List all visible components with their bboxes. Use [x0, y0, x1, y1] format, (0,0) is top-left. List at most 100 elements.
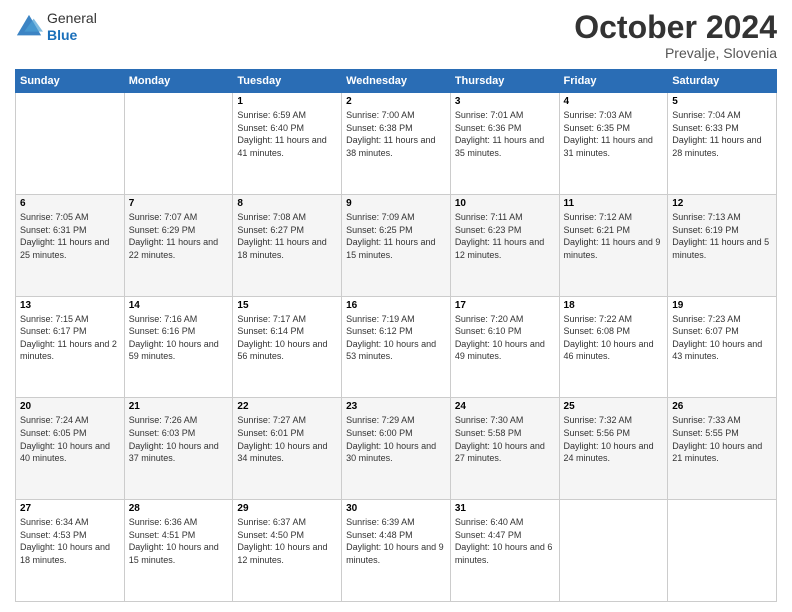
sunset-text: Sunset: 6:36 PM: [455, 123, 522, 133]
calendar-cell: 3 Sunrise: 7:01 AM Sunset: 6:36 PM Dayli…: [450, 93, 559, 195]
day-number: 10: [455, 198, 555, 209]
sunset-text: Sunset: 4:47 PM: [455, 530, 522, 540]
calendar-cell: 11 Sunrise: 7:12 AM Sunset: 6:21 PM Dayl…: [559, 194, 668, 296]
sunset-text: Sunset: 6:03 PM: [129, 428, 196, 438]
day-number: 26: [672, 401, 772, 412]
day-number: 25: [564, 401, 664, 412]
day-info: Sunrise: 6:34 AM Sunset: 4:53 PM Dayligh…: [20, 516, 120, 566]
calendar-cell: [559, 500, 668, 602]
sunrise-text: Sunrise: 7:15 AM: [20, 314, 89, 324]
col-friday: Friday: [559, 70, 668, 93]
day-info: Sunrise: 7:26 AM Sunset: 6:03 PM Dayligh…: [129, 414, 229, 464]
daylight-text: Daylight: 11 hours and 18 minutes.: [237, 237, 326, 260]
sunrise-text: Sunrise: 7:09 AM: [346, 212, 415, 222]
sunset-text: Sunset: 4:51 PM: [129, 530, 196, 540]
sunset-text: Sunset: 6:12 PM: [346, 326, 413, 336]
calendar-cell: 17 Sunrise: 7:20 AM Sunset: 6:10 PM Dayl…: [450, 296, 559, 398]
logo-icon: [15, 13, 43, 41]
sunset-text: Sunset: 5:55 PM: [672, 428, 739, 438]
daylight-text: Daylight: 10 hours and 34 minutes.: [237, 441, 327, 464]
sunrise-text: Sunrise: 6:40 AM: [455, 517, 524, 527]
calendar-week-1: 1 Sunrise: 6:59 AM Sunset: 6:40 PM Dayli…: [16, 93, 777, 195]
sunset-text: Sunset: 5:58 PM: [455, 428, 522, 438]
calendar-cell: 7 Sunrise: 7:07 AM Sunset: 6:29 PM Dayli…: [124, 194, 233, 296]
sunset-text: Sunset: 6:21 PM: [564, 225, 631, 235]
calendar-week-4: 20 Sunrise: 7:24 AM Sunset: 6:05 PM Dayl…: [16, 398, 777, 500]
day-info: Sunrise: 7:13 AM Sunset: 6:19 PM Dayligh…: [672, 211, 772, 261]
logo-general: General: [47, 10, 97, 26]
daylight-text: Daylight: 10 hours and 53 minutes.: [346, 339, 436, 362]
day-info: Sunrise: 7:29 AM Sunset: 6:00 PM Dayligh…: [346, 414, 446, 464]
calendar-cell: [668, 500, 777, 602]
daylight-text: Daylight: 11 hours and 22 minutes.: [129, 237, 218, 260]
day-info: Sunrise: 7:08 AM Sunset: 6:27 PM Dayligh…: [237, 211, 337, 261]
calendar-table: Sunday Monday Tuesday Wednesday Thursday…: [15, 69, 777, 602]
calendar-week-2: 6 Sunrise: 7:05 AM Sunset: 6:31 PM Dayli…: [16, 194, 777, 296]
day-info: Sunrise: 7:12 AM Sunset: 6:21 PM Dayligh…: [564, 211, 664, 261]
sunrise-text: Sunrise: 7:17 AM: [237, 314, 306, 324]
sunrise-text: Sunrise: 7:23 AM: [672, 314, 741, 324]
day-number: 7: [129, 198, 229, 209]
sunset-text: Sunset: 6:33 PM: [672, 123, 739, 133]
sunrise-text: Sunrise: 7:04 AM: [672, 110, 741, 120]
day-number: 24: [455, 401, 555, 412]
day-number: 12: [672, 198, 772, 209]
sunrise-text: Sunrise: 7:30 AM: [455, 415, 524, 425]
day-info: Sunrise: 7:07 AM Sunset: 6:29 PM Dayligh…: [129, 211, 229, 261]
daylight-text: Daylight: 10 hours and 46 minutes.: [564, 339, 654, 362]
daylight-text: Daylight: 11 hours and 38 minutes.: [346, 135, 435, 158]
sunset-text: Sunset: 6:38 PM: [346, 123, 413, 133]
day-info: Sunrise: 6:39 AM Sunset: 4:48 PM Dayligh…: [346, 516, 446, 566]
logo: General Blue: [15, 10, 97, 44]
day-number: 21: [129, 401, 229, 412]
day-number: 28: [129, 503, 229, 514]
daylight-text: Daylight: 10 hours and 37 minutes.: [129, 441, 219, 464]
calendar-cell: 24 Sunrise: 7:30 AM Sunset: 5:58 PM Dayl…: [450, 398, 559, 500]
calendar-cell: 31 Sunrise: 6:40 AM Sunset: 4:47 PM Dayl…: [450, 500, 559, 602]
sunset-text: Sunset: 6:31 PM: [20, 225, 87, 235]
calendar-cell: 21 Sunrise: 7:26 AM Sunset: 6:03 PM Dayl…: [124, 398, 233, 500]
calendar-cell: 28 Sunrise: 6:36 AM Sunset: 4:51 PM Dayl…: [124, 500, 233, 602]
sunrise-text: Sunrise: 7:22 AM: [564, 314, 633, 324]
sunrise-text: Sunrise: 7:01 AM: [455, 110, 524, 120]
calendar-week-3: 13 Sunrise: 7:15 AM Sunset: 6:17 PM Dayl…: [16, 296, 777, 398]
calendar-cell: 15 Sunrise: 7:17 AM Sunset: 6:14 PM Dayl…: [233, 296, 342, 398]
sunset-text: Sunset: 6:19 PM: [672, 225, 739, 235]
day-info: Sunrise: 7:09 AM Sunset: 6:25 PM Dayligh…: [346, 211, 446, 261]
sunset-text: Sunset: 5:56 PM: [564, 428, 631, 438]
day-number: 20: [20, 401, 120, 412]
sunset-text: Sunset: 4:50 PM: [237, 530, 304, 540]
daylight-text: Daylight: 11 hours and 2 minutes.: [20, 339, 117, 362]
sunrise-text: Sunrise: 7:11 AM: [455, 212, 523, 222]
calendar-cell: 20 Sunrise: 7:24 AM Sunset: 6:05 PM Dayl…: [16, 398, 125, 500]
calendar-cell: 23 Sunrise: 7:29 AM Sunset: 6:00 PM Dayl…: [342, 398, 451, 500]
day-number: 15: [237, 300, 337, 311]
sunset-text: Sunset: 6:40 PM: [237, 123, 304, 133]
sunset-text: Sunset: 6:01 PM: [237, 428, 304, 438]
day-info: Sunrise: 7:01 AM Sunset: 6:36 PM Dayligh…: [455, 109, 555, 159]
calendar-cell: 5 Sunrise: 7:04 AM Sunset: 6:33 PM Dayli…: [668, 93, 777, 195]
sunset-text: Sunset: 6:25 PM: [346, 225, 413, 235]
day-number: 1: [237, 96, 337, 107]
day-info: Sunrise: 7:15 AM Sunset: 6:17 PM Dayligh…: [20, 313, 120, 363]
calendar-cell: 19 Sunrise: 7:23 AM Sunset: 6:07 PM Dayl…: [668, 296, 777, 398]
sunrise-text: Sunrise: 7:27 AM: [237, 415, 306, 425]
sunset-text: Sunset: 6:00 PM: [346, 428, 413, 438]
daylight-text: Daylight: 10 hours and 59 minutes.: [129, 339, 219, 362]
day-info: Sunrise: 7:04 AM Sunset: 6:33 PM Dayligh…: [672, 109, 772, 159]
daylight-text: Daylight: 11 hours and 9 minutes.: [564, 237, 661, 260]
location-subtitle: Prevalje, Slovenia: [574, 45, 777, 61]
calendar-header-row: Sunday Monday Tuesday Wednesday Thursday…: [16, 70, 777, 93]
sunset-text: Sunset: 6:16 PM: [129, 326, 196, 336]
daylight-text: Daylight: 10 hours and 15 minutes.: [129, 542, 219, 565]
sunrise-text: Sunrise: 6:34 AM: [20, 517, 89, 527]
sunrise-text: Sunrise: 7:24 AM: [20, 415, 89, 425]
sunset-text: Sunset: 6:10 PM: [455, 326, 522, 336]
sunset-text: Sunset: 4:53 PM: [20, 530, 87, 540]
day-number: 27: [20, 503, 120, 514]
sunrise-text: Sunrise: 7:00 AM: [346, 110, 415, 120]
logo-blue: Blue: [47, 27, 77, 43]
daylight-text: Daylight: 10 hours and 49 minutes.: [455, 339, 545, 362]
page: General Blue October 2024 Prevalje, Slov…: [0, 0, 792, 612]
daylight-text: Daylight: 10 hours and 43 minutes.: [672, 339, 762, 362]
